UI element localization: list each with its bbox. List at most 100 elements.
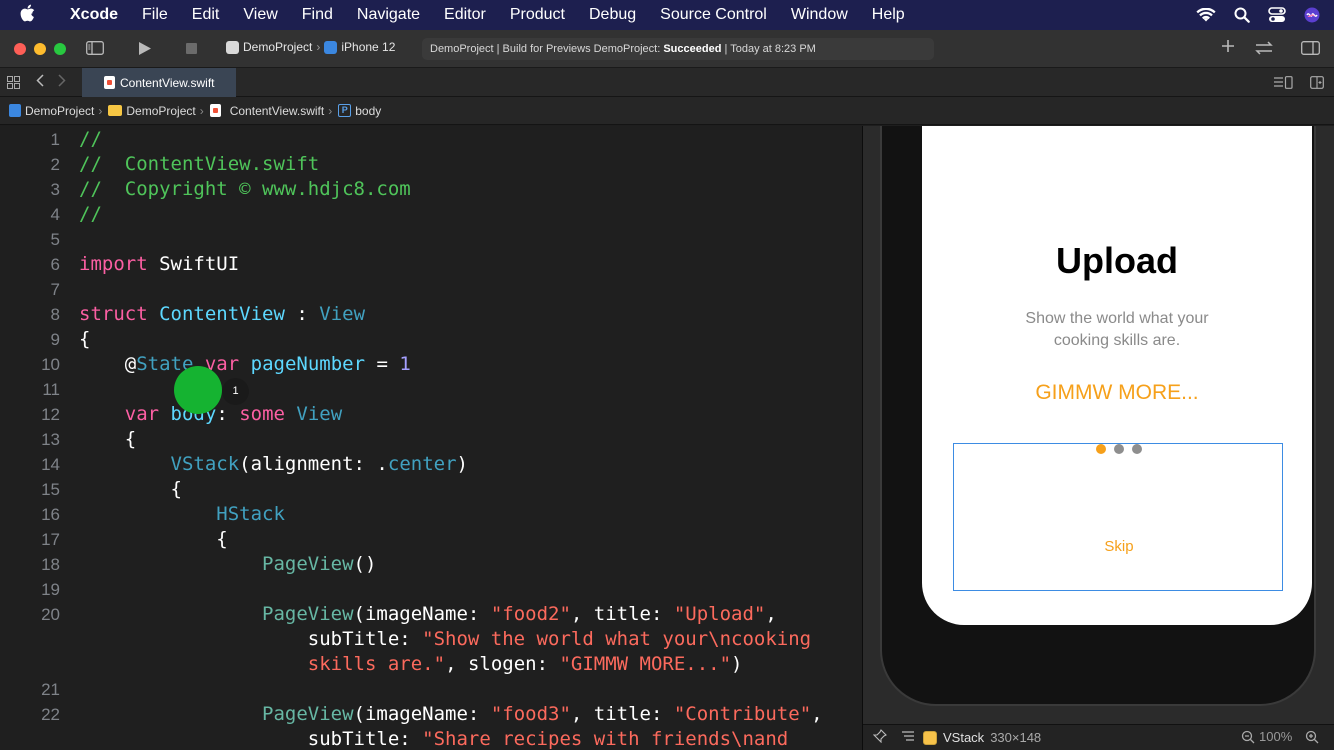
code-line[interactable]: 12 var body: some View — [0, 402, 862, 427]
code-token: SwiftUI — [147, 253, 240, 275]
code-line[interactable]: 5 — [0, 227, 862, 252]
inspector-toggle-icon[interactable] — [1301, 41, 1320, 55]
zoom-window-button[interactable] — [54, 42, 66, 55]
forward-chevron-icon[interactable] — [58, 74, 66, 87]
code-line[interactable]: 10 @State var pageNumber = 1 — [0, 352, 862, 377]
page-dot[interactable] — [1132, 444, 1142, 454]
menu-find[interactable]: Find — [290, 6, 345, 24]
skip-button[interactable]: Skip — [954, 538, 1284, 555]
line-number: 12 — [41, 405, 60, 424]
status-time: | Today at 8:23 PM — [724, 43, 816, 55]
minimize-window-button[interactable] — [34, 42, 46, 55]
spotlight-search-icon[interactable] — [1234, 7, 1250, 23]
line-number: 5 — [50, 230, 60, 249]
menu-app-name[interactable]: Xcode — [54, 6, 130, 24]
run-play-icon[interactable] — [138, 41, 152, 56]
device-screen: Upload Show the world what your cooking … — [922, 126, 1312, 625]
code-line[interactable]: 11 — [0, 377, 862, 402]
code-line[interactable]: subTitle: "Show the world what your\ncoo… — [0, 627, 862, 652]
code-line[interactable]: 19 — [0, 577, 862, 602]
code-line[interactable]: 13 { — [0, 427, 862, 452]
zoom-out-icon[interactable] — [1241, 730, 1255, 747]
code-line[interactable]: subTitle: "Share recipes with friends\na… — [0, 727, 862, 750]
code-line[interactable]: 14 VStack(alignment: .center) — [0, 452, 862, 477]
code-line[interactable]: skills are.", slogen: "GIMMW MORE...") — [0, 652, 862, 677]
selected-vstack-outline[interactable]: Skip — [953, 443, 1283, 591]
add-library-icon[interactable] — [1221, 39, 1235, 53]
menu-edit[interactable]: Edit — [180, 6, 232, 24]
code-line[interactable]: 16 HStack — [0, 502, 862, 527]
page-dot[interactable] — [1114, 444, 1124, 454]
line-number: 7 — [50, 280, 60, 299]
code-line[interactable]: 3 // Copyright © www.hdjc8.com — [0, 177, 862, 202]
editor-options-icon[interactable] — [1273, 76, 1293, 89]
code-text: // ContentView.swift — [79, 152, 319, 177]
code-line[interactable]: 6 import SwiftUI — [0, 252, 862, 277]
code-line[interactable]: 18 PageView() — [0, 552, 862, 577]
control-center-icon[interactable] — [1268, 7, 1286, 23]
menu-source-control[interactable]: Source Control — [648, 6, 779, 24]
code-line[interactable]: 8 struct ContentView : View — [0, 302, 862, 327]
chevron-right-icon: › — [98, 103, 103, 118]
stop-icon[interactable] — [186, 43, 197, 54]
menu-product[interactable]: Product — [498, 6, 577, 24]
code-line[interactable]: 22 PageView(imageName: "food3", title: "… — [0, 702, 862, 727]
jump-folder[interactable]: DemoProject — [108, 104, 196, 118]
code-token: HStack — [216, 503, 285, 525]
code-line[interactable]: 20 PageView(imageName: "food2", title: "… — [0, 602, 862, 627]
code-line[interactable]: 4 // — [0, 202, 862, 227]
menu-view[interactable]: View — [231, 6, 289, 24]
page-indicator[interactable] — [954, 444, 1284, 454]
code-line[interactable]: 17 { — [0, 527, 862, 552]
code-line[interactable]: 1 // — [0, 127, 862, 152]
zoom-level: 100% — [1259, 729, 1293, 744]
navigator-toggle-icon[interactable] — [86, 41, 104, 55]
code-line[interactable]: 21 — [0, 677, 862, 702]
menu-debug[interactable]: Debug — [577, 6, 648, 24]
line-number: 20 — [41, 605, 60, 624]
code-token: skills are." — [307, 653, 446, 675]
jump-symbol-label: body — [355, 103, 382, 118]
status-prefix: DemoProject | Build for Previews DemoPro… — [430, 43, 661, 55]
menu-navigate[interactable]: Navigate — [345, 6, 432, 24]
jump-project[interactable]: DemoProject — [9, 104, 94, 118]
structure-icon[interactable] — [901, 730, 915, 745]
page-dot[interactable] — [1096, 444, 1106, 454]
pin-icon[interactable] — [872, 729, 887, 746]
code-text: PageView(imageName: "food2", title: "Upl… — [79, 602, 777, 627]
code-line[interactable]: 9{ — [0, 327, 862, 352]
code-text: // — [79, 202, 102, 227]
line-number: 1 — [50, 130, 60, 149]
back-chevron-icon[interactable] — [36, 74, 44, 87]
menu-window[interactable]: Window — [779, 6, 860, 24]
device-name: iPhone 12 — [341, 40, 396, 54]
source-editor[interactable]: 1 // 2 // ContentView.swift 3 // Copyright © … — [0, 126, 862, 750]
menu-file[interactable]: File — [130, 6, 180, 24]
code-line[interactable]: 2 // ContentView.swift — [0, 152, 862, 177]
menu-help[interactable]: Help — [860, 6, 917, 24]
menu-editor[interactable]: Editor — [432, 6, 498, 24]
preview-canvas[interactable]: Upload Show the world what your cooking … — [863, 126, 1334, 724]
close-window-button[interactable] — [14, 42, 26, 55]
tab-contentview-swift[interactable]: ContentView.swift — [82, 68, 236, 97]
code-line[interactable]: 15 { — [0, 477, 862, 502]
code-token: (alignment: . — [239, 453, 388, 475]
jump-file[interactable]: ContentView.swift — [209, 104, 324, 118]
code-line[interactable]: 7 — [0, 277, 862, 302]
siri-icon[interactable] — [1304, 7, 1320, 23]
apple-menu-icon[interactable] — [0, 4, 54, 27]
scheme-selector[interactable]: DemoProject › iPhone 12 — [226, 40, 395, 54]
page-subtitle: Show the world what your cooking skills … — [1025, 310, 1209, 349]
code-token: { — [79, 528, 228, 550]
code-token: , slogen: — [445, 653, 560, 675]
code-token: pageNumber — [250, 353, 366, 375]
line-number: 19 — [41, 580, 60, 599]
selection-label[interactable]: VStack — [943, 730, 984, 745]
grid-icon[interactable] — [7, 76, 20, 89]
jump-symbol[interactable]: P body — [338, 104, 381, 118]
zoom-in-icon[interactable] — [1305, 730, 1319, 747]
wifi-icon[interactable] — [1196, 7, 1216, 23]
split-editor-icon[interactable] — [1310, 76, 1324, 89]
code-review-icon[interactable] — [1254, 41, 1274, 55]
